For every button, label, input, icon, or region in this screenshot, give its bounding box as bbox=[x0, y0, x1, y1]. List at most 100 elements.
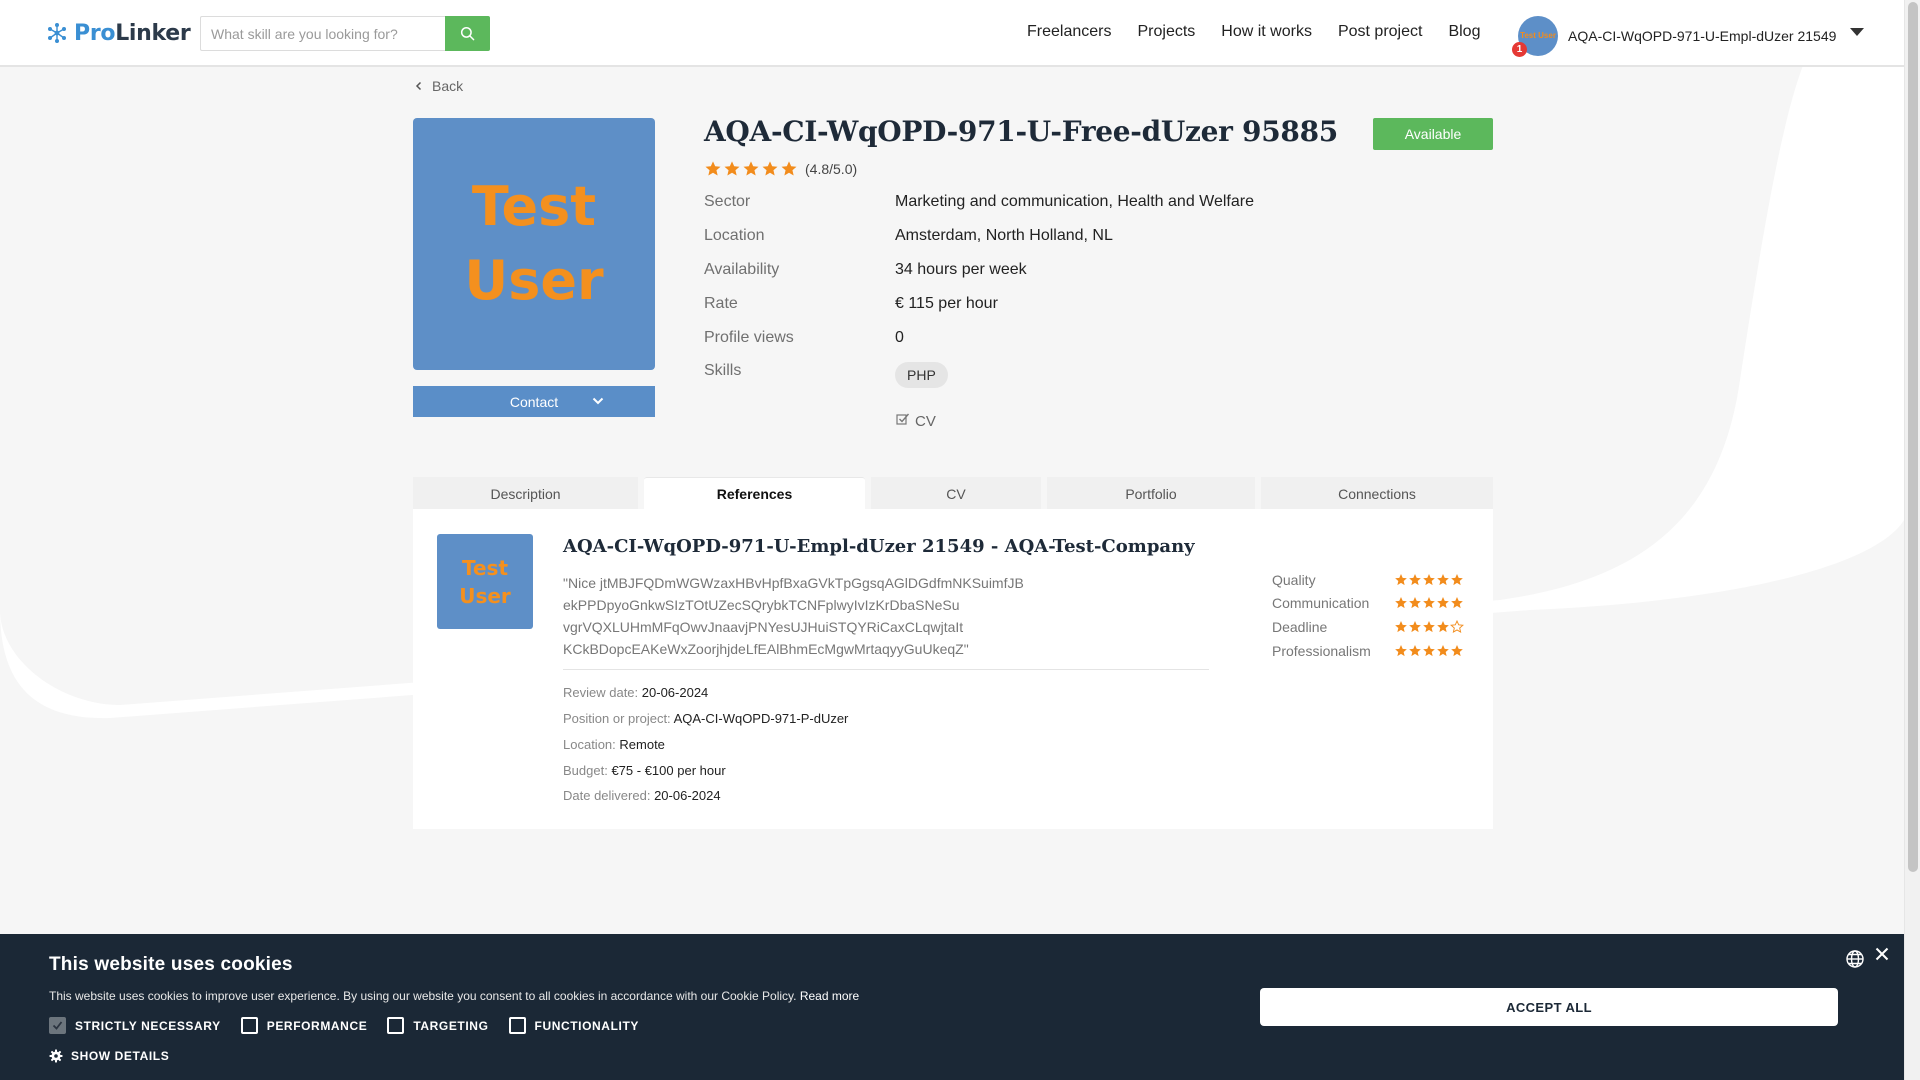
star-filled-icon bbox=[1423, 597, 1435, 609]
profile-photo: Test User bbox=[413, 118, 655, 370]
star-filled-icon bbox=[1437, 645, 1449, 657]
score-label: Communication bbox=[1272, 595, 1370, 611]
user-avatar[interactable]: Test User 1 bbox=[1512, 16, 1558, 57]
read-more-link[interactable]: Read more bbox=[800, 989, 859, 1003]
quote-line: KCkBDopcEAKeWxZoorjhjdeLfEAlBhmEcMgwMrta… bbox=[563, 641, 969, 657]
score-stars bbox=[1394, 596, 1464, 610]
profile-name: AQA-CI-WqOPD-971-U-Free-dUzer 95885 bbox=[704, 115, 1338, 148]
scrollbar-thumb[interactable] bbox=[1908, 2, 1918, 872]
cookie-option-targeting[interactable]: TARGETING bbox=[387, 1017, 488, 1034]
detail-label: Profile views bbox=[704, 329, 794, 346]
close-icon[interactable] bbox=[1875, 947, 1889, 961]
star-filled-icon bbox=[1409, 621, 1421, 633]
reference-title: AQA-CI-WqOPD-971-U-Empl-dUzer 21549 - AQ… bbox=[563, 536, 1195, 557]
chevron-down-icon bbox=[592, 397, 604, 405]
cookie-text: This website uses cookies to improve use… bbox=[49, 989, 859, 1003]
tab-portfolio[interactable]: Portfolio bbox=[1047, 477, 1255, 510]
checkbox[interactable] bbox=[240, 1017, 258, 1034]
nav-blog[interactable]: Blog bbox=[1448, 23, 1480, 41]
score-stars bbox=[1394, 644, 1464, 658]
detail-label: Availability bbox=[704, 261, 780, 278]
star-filled-icon bbox=[1409, 597, 1421, 609]
detail-value: 34 hours per week bbox=[895, 261, 1027, 278]
show-details-button[interactable]: SHOW DETAILS bbox=[49, 1049, 169, 1063]
user-avatar-text: Test User bbox=[1520, 31, 1556, 40]
cookie-option-functionality[interactable]: FUNCTIONALITY bbox=[508, 1017, 639, 1034]
gear-icon bbox=[49, 1049, 63, 1063]
logo-text: ProLinker bbox=[74, 21, 191, 46]
star-filled-icon bbox=[1437, 574, 1449, 586]
accept-all-button[interactable]: ACCEPT ALL bbox=[1260, 988, 1838, 1026]
nav-how-it-works[interactable]: How it works bbox=[1221, 23, 1312, 41]
logo-network-icon bbox=[48, 23, 66, 43]
checkbox[interactable] bbox=[387, 1017, 405, 1034]
star-filled-icon bbox=[1437, 621, 1449, 633]
check-icon bbox=[52, 1021, 63, 1030]
meta-position: Position or project: AQA-CI-WqOPD-971-P-… bbox=[563, 711, 848, 726]
cookie-banner: This website uses cookies This website u… bbox=[0, 934, 1904, 1080]
caret-down-icon[interactable] bbox=[1850, 28, 1865, 36]
detail-label: Skills bbox=[704, 362, 742, 379]
tab-connections[interactable]: Connections bbox=[1261, 477, 1493, 510]
profile-photo-text: Test User bbox=[464, 170, 603, 318]
page-scrollbar[interactable] bbox=[1904, 0, 1920, 1080]
option-label: TARGETING bbox=[413, 1018, 489, 1033]
nav-post-project[interactable]: Post project bbox=[1338, 23, 1422, 41]
nav-projects[interactable]: Projects bbox=[1137, 23, 1195, 41]
status-badge[interactable]: Available bbox=[1373, 118, 1493, 150]
option-label: PERFORMANCE bbox=[266, 1018, 368, 1033]
cookie-option-strictly-necessary[interactable]: STRICTLY NECESSARY bbox=[49, 1017, 221, 1034]
score-deadline: Deadline bbox=[1272, 619, 1472, 639]
meta-label: Review date: bbox=[563, 685, 639, 700]
skill-chip[interactable]: PHP bbox=[895, 362, 948, 388]
star-filled-icon bbox=[1395, 597, 1407, 609]
cookie-option-performance[interactable]: PERFORMANCE bbox=[240, 1017, 368, 1034]
profile-tabs: Description References CV Portfolio Conn… bbox=[413, 477, 1493, 510]
show-details-label: SHOW DETAILS bbox=[71, 1049, 170, 1063]
avatar-line-2: User bbox=[459, 583, 511, 608]
checkbox-icon bbox=[896, 413, 910, 425]
contact-button[interactable]: Contact bbox=[413, 386, 655, 417]
tab-cv[interactable]: CV bbox=[871, 477, 1041, 510]
chevron-left-icon bbox=[415, 81, 422, 91]
detail-label: Rate bbox=[704, 295, 738, 312]
back-label: Back bbox=[432, 78, 464, 94]
checkbox-checked[interactable] bbox=[49, 1017, 66, 1034]
checkbox[interactable] bbox=[508, 1017, 526, 1034]
score-quality: Quality bbox=[1272, 572, 1472, 592]
meta-value: €75 - €100 per hour bbox=[611, 763, 726, 778]
tab-references[interactable]: References bbox=[644, 477, 865, 510]
meta-label: Location: bbox=[563, 737, 616, 752]
avatar-line-1: Test bbox=[461, 555, 508, 580]
detail-label: Location bbox=[704, 227, 765, 244]
score-label: Professionalism bbox=[1272, 643, 1371, 659]
nav-freelancers[interactable]: Freelancers bbox=[1027, 23, 1111, 41]
meta-value: AQA-CI-WqOPD-971-P-dUzer bbox=[673, 711, 849, 726]
reference-avatar-text: Test User bbox=[459, 554, 511, 610]
prolinker-logo[interactable]: ProLinker bbox=[46, 18, 191, 48]
profile-rating: (4.8/5.0) bbox=[704, 160, 857, 178]
search-button[interactable] bbox=[445, 16, 490, 51]
star-filled-icon bbox=[1451, 597, 1463, 609]
tab-description[interactable]: Description bbox=[413, 477, 638, 510]
back-link[interactable]: Back bbox=[414, 78, 463, 94]
meta-location: Location: Remote bbox=[563, 737, 665, 752]
search-input[interactable] bbox=[200, 16, 446, 51]
meta-label: Position or project: bbox=[563, 711, 671, 726]
reference-avatar: Test User bbox=[437, 534, 533, 629]
meta-value: 20-06-2024 bbox=[654, 788, 721, 803]
detail-value: 0 bbox=[895, 329, 904, 346]
cv-label: CV bbox=[915, 413, 936, 430]
star-filled-icon bbox=[1423, 621, 1435, 633]
score-professionalism: Professionalism bbox=[1272, 643, 1472, 663]
globe-icon[interactable] bbox=[1845, 949, 1865, 969]
meta-date-delivered: Date delivered: 20-06-2024 bbox=[563, 788, 721, 803]
star-filled-icon bbox=[1437, 597, 1449, 609]
reference-divider bbox=[563, 669, 1209, 670]
cv-link[interactable]: CV bbox=[896, 413, 936, 430]
star-filled-icon bbox=[705, 161, 721, 176]
photo-line-1: Test bbox=[471, 175, 597, 238]
user-menu[interactable]: Test User 1 AQA-CI-WqOPD-971-U-Empl-dUze… bbox=[1512, 16, 1865, 57]
user-name[interactable]: AQA-CI-WqOPD-971-U-Empl-dUzer 21549 bbox=[1568, 28, 1836, 44]
notification-badge[interactable]: 1 bbox=[1512, 42, 1527, 57]
